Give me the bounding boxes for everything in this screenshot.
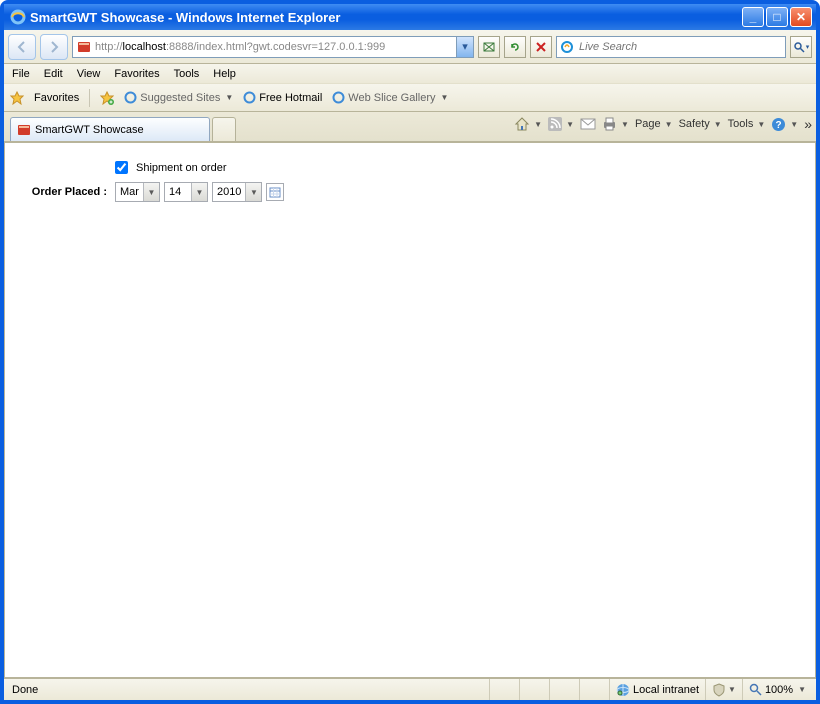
protected-mode-button[interactable]: ▼	[705, 679, 742, 700]
status-cell	[519, 679, 549, 700]
ie-icon	[124, 91, 137, 104]
suggested-sites-link[interactable]: Suggested Sites▼	[124, 91, 233, 104]
compat-view-button[interactable]	[478, 36, 500, 58]
status-cell	[549, 679, 579, 700]
tools-menu[interactable]: Tools▼	[728, 118, 766, 130]
command-bar: ▼ ▼ ▼ Page▼ Safety▼ Tools▼ ? ▼ »	[514, 116, 812, 132]
home-button[interactable]: ▼	[514, 116, 542, 132]
chevron-down-icon: ▼	[245, 183, 261, 201]
home-icon	[514, 116, 530, 132]
tab-bar: SmartGWT Showcase ▼ ▼ ▼ Page▼ Safety▼ To…	[4, 112, 816, 142]
read-mail-button[interactable]	[580, 118, 596, 130]
bing-icon	[560, 40, 574, 54]
site-icon	[76, 39, 92, 55]
favorites-button[interactable]: Favorites	[34, 92, 79, 104]
month-select[interactable]: Mar ▼	[115, 182, 160, 202]
favorites-star-icon	[10, 91, 24, 105]
address-dropdown-button[interactable]: ▾	[456, 37, 473, 57]
security-zone[interactable]: Local intranet	[609, 679, 705, 700]
favorites-bar: Favorites Suggested Sites▼ Free Hotmail …	[4, 84, 816, 112]
order-placed-label: Order Placed :	[15, 186, 111, 198]
print-button[interactable]: ▼	[602, 117, 629, 131]
year-value: 2010	[213, 186, 245, 198]
intranet-icon	[616, 683, 630, 697]
add-favorite-icon[interactable]	[100, 91, 114, 105]
rss-icon	[548, 117, 562, 131]
back-button[interactable]	[8, 34, 36, 60]
stop-button[interactable]	[530, 36, 552, 58]
date-picker-button[interactable]	[266, 183, 284, 201]
ie-icon	[243, 91, 256, 104]
help-icon: ?	[771, 117, 786, 132]
new-tab-button[interactable]	[212, 117, 236, 141]
separator	[89, 89, 90, 107]
menu-tools[interactable]: Tools	[174, 68, 200, 80]
printer-icon	[602, 117, 617, 131]
page-menu[interactable]: Page▼	[635, 118, 673, 130]
svg-text:?: ?	[776, 120, 782, 131]
shipment-checkbox[interactable]	[115, 161, 128, 174]
menu-view[interactable]: View	[77, 68, 101, 80]
calendar-icon	[269, 186, 281, 198]
month-value: Mar	[116, 186, 143, 198]
menu-favorites[interactable]: Favorites	[114, 68, 159, 80]
menu-help[interactable]: Help	[213, 68, 236, 80]
chevron-down-icon: ▼	[143, 183, 159, 201]
titlebar: SmartGWT Showcase - Windows Internet Exp…	[4, 4, 816, 30]
tab-title: SmartGWT Showcase	[35, 124, 144, 136]
address-url: http://localhost:8888/index.html?gwt.cod…	[95, 41, 385, 53]
day-select[interactable]: 14 ▼	[164, 182, 208, 202]
search-box[interactable]	[556, 36, 786, 58]
menu-edit[interactable]: Edit	[44, 68, 63, 80]
navigation-bar: http://localhost:8888/index.html?gwt.cod…	[4, 30, 816, 64]
page-content: Shipment on order Order Placed : Mar ▼ 1…	[4, 142, 816, 678]
year-select[interactable]: 2010 ▼	[212, 182, 262, 202]
free-hotmail-link[interactable]: Free Hotmail	[243, 91, 322, 104]
help-button[interactable]: ? ▼	[771, 117, 798, 132]
site-icon	[17, 123, 31, 137]
address-bar[interactable]: http://localhost:8888/index.html?gwt.cod…	[72, 36, 474, 58]
chevron-down-icon: ▼	[191, 183, 207, 201]
safety-menu[interactable]: Safety▼	[679, 118, 722, 130]
ie-logo-icon	[10, 9, 26, 25]
close-button[interactable]: ✕	[790, 7, 812, 27]
status-text: Done	[8, 684, 489, 696]
status-bar: Done Local intranet ▼ 100% ▼	[4, 678, 816, 700]
status-cell	[579, 679, 609, 700]
day-value: 14	[165, 186, 191, 198]
maximize-button[interactable]: □	[766, 7, 788, 27]
menu-file[interactable]: File	[12, 68, 30, 80]
zoom-icon	[749, 683, 762, 696]
feeds-button[interactable]: ▼	[548, 117, 574, 131]
window-title: SmartGWT Showcase - Windows Internet Exp…	[30, 10, 740, 25]
forward-button[interactable]	[40, 34, 68, 60]
search-go-button[interactable]: ▾	[790, 36, 812, 58]
shipment-label: Shipment on order	[136, 162, 227, 174]
mail-icon	[580, 118, 596, 130]
shield-icon	[712, 683, 726, 697]
web-slice-link[interactable]: Web Slice Gallery▼	[332, 91, 448, 104]
menu-bar: File Edit View Favorites Tools Help	[4, 64, 816, 84]
minimize-button[interactable]: _	[742, 7, 764, 27]
overflow-button[interactable]: »	[804, 116, 812, 132]
refresh-button[interactable]	[504, 36, 526, 58]
zoom-control[interactable]: 100% ▼	[742, 679, 812, 700]
search-input[interactable]	[577, 40, 785, 54]
tab-smartgwt-showcase[interactable]: SmartGWT Showcase	[10, 117, 210, 141]
ie-icon	[332, 91, 345, 104]
status-cell	[489, 679, 519, 700]
